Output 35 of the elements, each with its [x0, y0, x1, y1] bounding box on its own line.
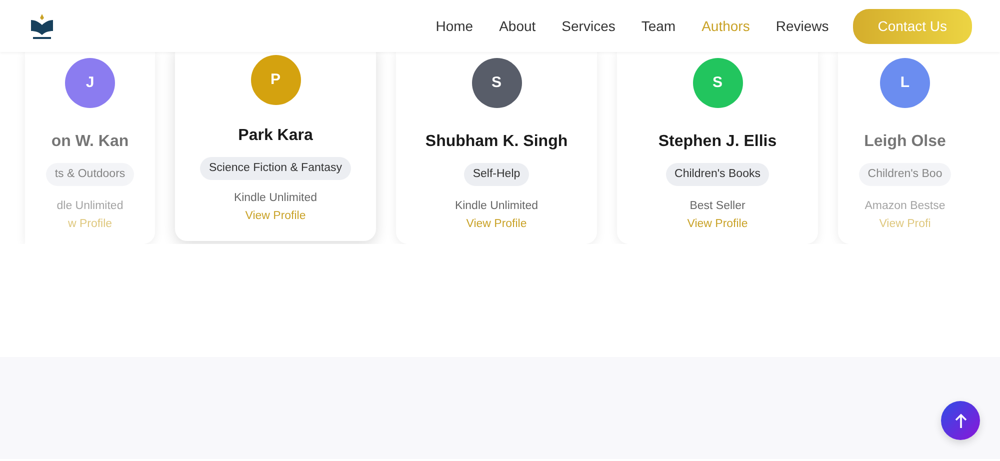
author-note: Kindle Unlimited	[454, 199, 538, 214]
author-name: Shubham K. Singh	[425, 132, 568, 152]
nav-link[interactable]: About	[499, 16, 536, 36]
logo-icon[interactable]	[28, 12, 56, 40]
view-profile-link[interactable]: View Profile	[466, 216, 527, 233]
avatar-initial: J	[65, 58, 115, 108]
genre-tag: Self-Help	[464, 163, 530, 186]
genre-tag: Children's Boo	[858, 163, 952, 186]
view-profile-link[interactable]: w Profile	[68, 216, 112, 233]
genre-tag: Children's Books	[666, 163, 770, 186]
nav-link[interactable]: Home	[436, 16, 474, 36]
nav-link[interactable]: Authors	[702, 16, 750, 36]
nav-link[interactable]: Reviews	[776, 16, 829, 36]
view-profile-link[interactable]: View Profile	[687, 216, 748, 233]
author-name: Leigh Olse	[864, 132, 946, 152]
nav-link[interactable]: Team	[641, 16, 676, 36]
view-profile-link[interactable]: View Profi	[879, 216, 931, 233]
genre-tag: Science Fiction & Fantasy	[200, 157, 351, 180]
genre-tag: ts & Outdoors	[46, 163, 134, 186]
contact-us-button[interactable]: Contact Us	[852, 8, 972, 44]
avatar-initial: S	[472, 58, 522, 108]
arrow-up-icon	[954, 412, 968, 428]
author-name: Park Kara	[238, 126, 313, 146]
view-profile-link[interactable]: View Profile	[245, 208, 306, 225]
avatar-initial: S	[692, 58, 742, 108]
author-note: Amazon Bestse	[864, 199, 946, 214]
nav-link[interactable]: Services	[562, 16, 616, 36]
avatar-initial: L	[880, 58, 930, 108]
scroll-to-top-button[interactable]	[941, 401, 980, 440]
author-note: Kindle Unlimited	[234, 191, 318, 206]
author-name: Stephen J. Ellis	[658, 132, 777, 152]
avatar-initial: P	[250, 55, 300, 105]
author-name: on W. Kan	[51, 132, 129, 152]
author-note: dle Unlimited	[56, 199, 124, 214]
author-note: Best Seller	[690, 199, 746, 214]
